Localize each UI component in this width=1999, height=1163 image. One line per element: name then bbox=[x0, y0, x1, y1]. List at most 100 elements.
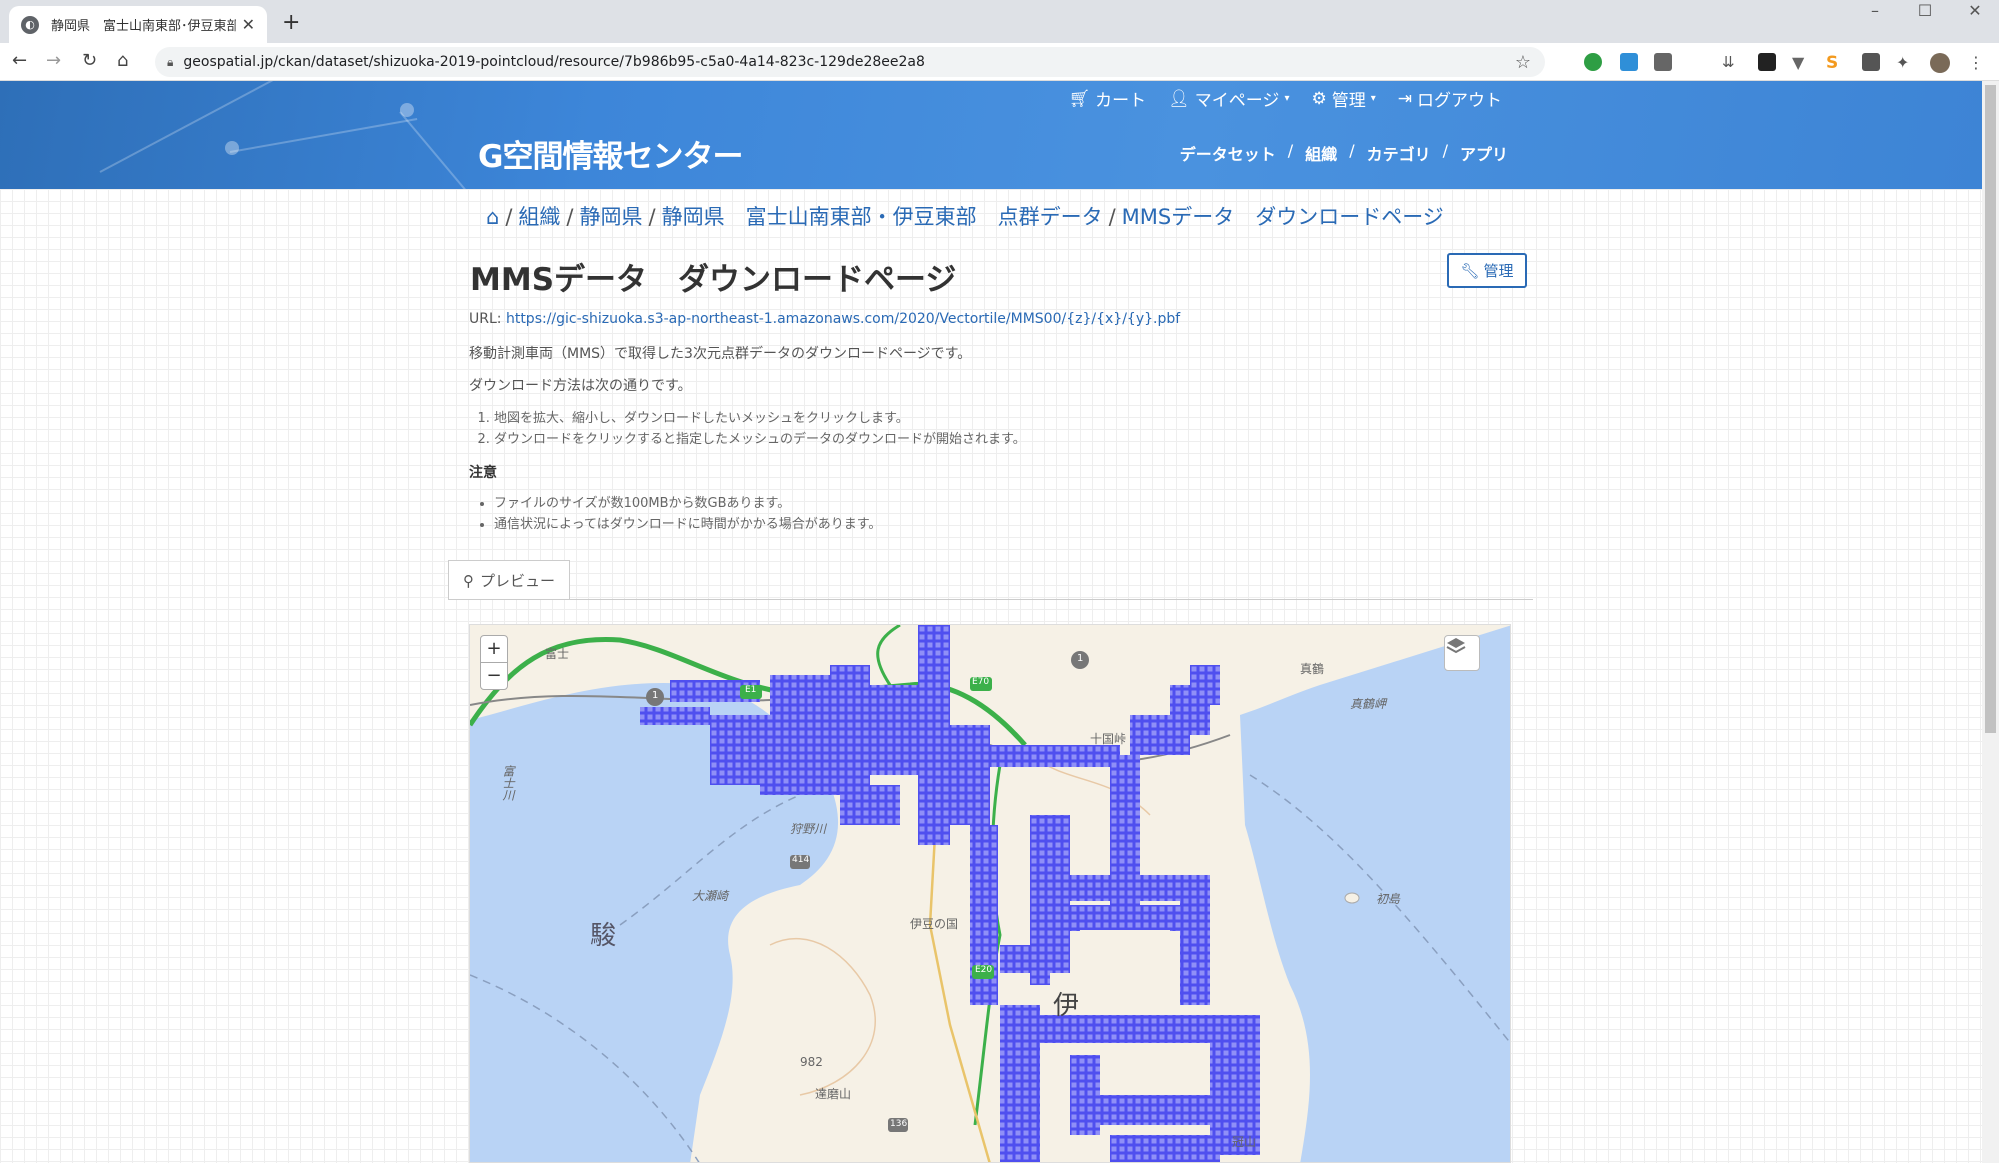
cart-link[interactable]: 🛒︎ カート bbox=[1068, 86, 1147, 112]
mesh-tile[interactable] bbox=[990, 745, 1120, 767]
close-window-icon[interactable]: ✕ bbox=[1955, 0, 1995, 22]
mesh-tile[interactable] bbox=[840, 785, 900, 825]
page-scrollbar[interactable] bbox=[1982, 81, 1999, 1163]
address-toolbar: ← → ↻ ⌂ 🔒︎ geospatial.jp/ckan/dataset/sh… bbox=[0, 43, 1999, 81]
manage-button[interactable]: 🔧︎ 管理 bbox=[1447, 253, 1527, 288]
mypage-link[interactable]: 👤︎ マイページ ▾ bbox=[1168, 86, 1289, 112]
download-extension-icon[interactable]: ⇊ bbox=[1722, 53, 1740, 71]
browser-tab-strip: ◐ 静岡県 富士山南東部･伊豆東部 ✕ + – ☐ ✕ bbox=[0, 0, 1999, 43]
manage-button-label: 管理 bbox=[1483, 262, 1514, 280]
nav-separator: / bbox=[1287, 141, 1294, 160]
extension-icon[interactable] bbox=[1654, 53, 1672, 71]
breadcrumb-separator: / bbox=[505, 205, 513, 229]
map-label: 伊豆の国 bbox=[910, 917, 959, 931]
globe-icon: ◐ bbox=[21, 15, 39, 34]
steps-list: 地図を拡大、縮小し、ダウンロードしたいメッシュをクリックします。 ダウンロードを… bbox=[494, 408, 1026, 450]
mesh-tile[interactable] bbox=[1110, 1135, 1220, 1163]
mesh-tile[interactable] bbox=[918, 625, 950, 845]
menu-icon[interactable]: ⋮ bbox=[1968, 53, 1986, 72]
lock-icon: 🔒︎ bbox=[167, 54, 174, 69]
s-extension-icon[interactable]: S bbox=[1826, 53, 1844, 73]
mesh-tile[interactable] bbox=[640, 707, 710, 725]
home-icon[interactable]: ⌂ bbox=[117, 50, 128, 71]
user-nav: 🛒︎ カート 👤︎ マイページ ▾ ⚙ 管理 ▾ ⇥ ログアウト bbox=[1068, 86, 1502, 112]
note-heading: 注意 bbox=[469, 465, 497, 481]
back-icon[interactable]: ← bbox=[12, 50, 27, 71]
maximize-icon[interactable]: ☐ bbox=[1905, 0, 1945, 22]
map-label: 大瀬崎 bbox=[692, 889, 729, 903]
tab-preview[interactable]: ⚲ プレビュー bbox=[448, 560, 570, 600]
reload-icon[interactable]: ↻ bbox=[82, 50, 97, 71]
browser-tab[interactable]: ◐ 静岡県 富士山南東部･伊豆東部 ✕ bbox=[9, 6, 267, 43]
nav-apps[interactable]: アプリ bbox=[1460, 141, 1508, 165]
home-icon[interactable]: ⌂ bbox=[486, 205, 499, 229]
route-number: E70 bbox=[972, 677, 990, 687]
logout-icon: ⇥ bbox=[1397, 88, 1412, 109]
breadcrumb-resource[interactable]: MMSデータ ダウンロードページ bbox=[1122, 205, 1444, 229]
decoration bbox=[229, 118, 418, 153]
mesh-tile[interactable] bbox=[1180, 875, 1210, 1005]
profile-avatar[interactable] bbox=[1930, 53, 1950, 73]
extension-icon[interactable] bbox=[1758, 53, 1776, 71]
gear-icon: ⚙ bbox=[1311, 88, 1327, 109]
map-label: 富士 bbox=[545, 647, 570, 661]
nav-datasets[interactable]: データセット bbox=[1180, 141, 1276, 165]
new-tab-icon[interactable]: + bbox=[282, 10, 300, 35]
caret-down-icon: ▾ bbox=[1370, 93, 1376, 104]
resource-url-link[interactable]: https://gic-shizuoka.s3-ap-northeast-1.a… bbox=[506, 311, 1180, 327]
forward-icon[interactable]: → bbox=[46, 50, 61, 71]
preview-map[interactable]: + − 駿 伊 狩野川 大瀬崎 伊豆の国 達磨山 初島 真鶴 真鶴岬 十国峠 富… bbox=[469, 624, 1511, 1163]
mesh-tile[interactable] bbox=[1000, 1005, 1040, 1163]
breadcrumb-dataset[interactable]: 静岡県 富士山南東部・伊豆東部 点群データ bbox=[662, 205, 1103, 229]
mesh-tile[interactable] bbox=[1090, 1095, 1220, 1125]
list-item: 通信状況によってはダウンロードに時間がかかる場合があります。 bbox=[494, 514, 881, 535]
layers-icon[interactable] bbox=[1444, 635, 1480, 671]
logout-link[interactable]: ⇥ ログアウト bbox=[1397, 86, 1502, 112]
mesh-tile[interactable] bbox=[770, 675, 830, 755]
extension-icon[interactable] bbox=[1862, 53, 1880, 71]
minimize-icon[interactable]: – bbox=[1855, 0, 1895, 22]
mesh-tile[interactable] bbox=[1060, 875, 1180, 901]
list-item: 地図を拡大、縮小し、ダウンロードしたいメッシュをクリックします。 bbox=[494, 408, 1026, 429]
url-text: geospatial.jp/ckan/dataset/shizuoka-2019… bbox=[183, 54, 925, 70]
nav-organizations[interactable]: 組織 bbox=[1305, 141, 1337, 165]
map-label: 狩野川 bbox=[790, 822, 827, 836]
nav-categories[interactable]: カテゴリ bbox=[1367, 141, 1431, 165]
mesh-tile[interactable] bbox=[1030, 925, 1050, 985]
cart-label: カート bbox=[1095, 91, 1147, 111]
list-item: ファイルのサイズが数100MBから数GBあります。 bbox=[494, 493, 881, 514]
mesh-tile[interactable] bbox=[1190, 665, 1220, 705]
zoom-out-button[interactable]: − bbox=[480, 662, 508, 690]
zoom-in-button[interactable]: + bbox=[480, 635, 508, 663]
v-extension-icon[interactable]: ▼ bbox=[1792, 53, 1810, 72]
evernote-extension-icon[interactable] bbox=[1584, 53, 1602, 71]
puzzle-icon[interactable]: ✦ bbox=[1896, 53, 1914, 72]
address-bar[interactable]: 🔒︎ geospatial.jp/ckan/dataset/shizuoka-2… bbox=[155, 47, 1545, 77]
breadcrumb: ⌂ / 組織 / 静岡県 / 静岡県 富士山南東部・伊豆東部 点群データ / MMSデータ ダウ… bbox=[486, 201, 1444, 231]
route-number: 136 bbox=[890, 1119, 908, 1129]
cart-icon: 🛒︎ bbox=[1068, 88, 1091, 109]
wrench-icon: 🔧︎ bbox=[1460, 261, 1480, 280]
map-label: 真鶴岬 bbox=[1350, 697, 1387, 711]
mesh-tile[interactable] bbox=[950, 725, 990, 825]
notes-list: ファイルのサイズが数100MBから数GBあります。 通信状況によってはダウンロー… bbox=[494, 493, 881, 535]
list-item: ダウンロードをクリックすると指定したメッシュのデータのダウンロードが開始されます… bbox=[494, 429, 1026, 450]
breadcrumb-organizations[interactable]: 組織 bbox=[518, 205, 560, 229]
translate-extension-icon[interactable] bbox=[1620, 53, 1638, 71]
route-number: E20 bbox=[975, 965, 993, 975]
page-content: ⌂ / 組織 / 静岡県 / 静岡県 富士山南東部・伊豆東部 点群データ / MMSデータ ダウ… bbox=[0, 189, 1982, 1163]
admin-link[interactable]: ⚙ 管理 ▾ bbox=[1311, 86, 1376, 112]
close-tab-icon[interactable]: ✕ bbox=[242, 15, 255, 34]
route-number: 1 bbox=[652, 690, 659, 701]
map-label: 冠山 bbox=[1232, 1135, 1257, 1149]
mesh-tile[interactable] bbox=[760, 755, 840, 795]
scrollbar-thumb[interactable] bbox=[1985, 85, 1996, 733]
decoration bbox=[399, 111, 478, 189]
main-nav: データセット / 組織 / カテゴリ / アプリ bbox=[1180, 141, 1508, 165]
bookmark-star-icon[interactable]: ☆ bbox=[1515, 52, 1531, 73]
decoration bbox=[99, 81, 278, 173]
land-area bbox=[1130, 1055, 1200, 1095]
breadcrumb-prefecture[interactable]: 静岡県 bbox=[580, 205, 643, 229]
mesh-tile[interactable] bbox=[870, 685, 918, 775]
site-logo[interactable]: G空間情報センター bbox=[478, 131, 743, 176]
